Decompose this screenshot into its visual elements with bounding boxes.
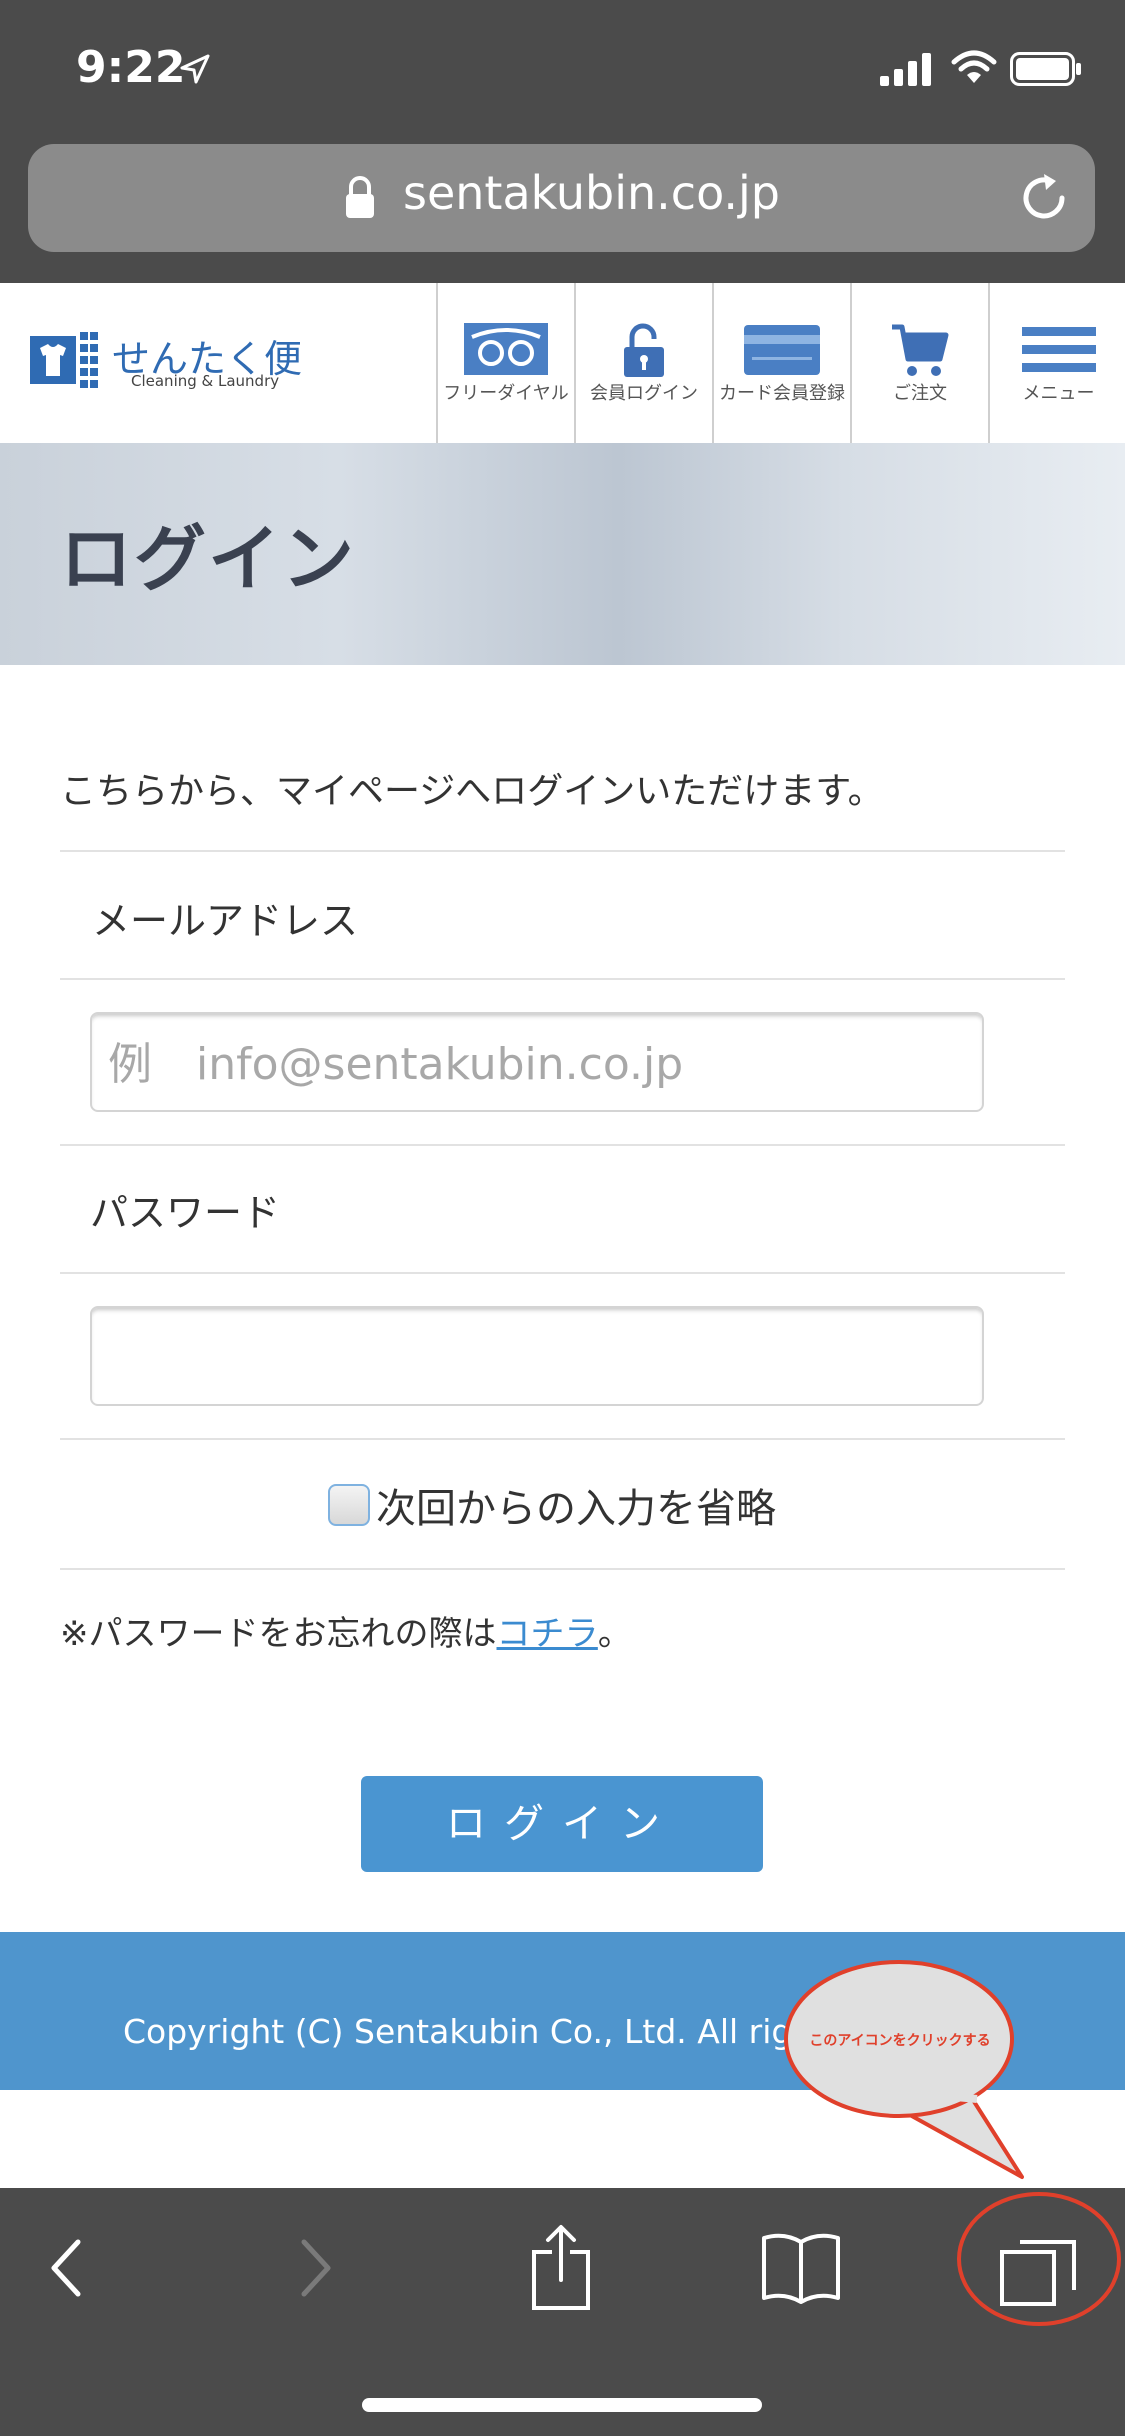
status-time: 9:22 bbox=[76, 42, 186, 93]
callout-text: このアイコンをクリックする bbox=[809, 2033, 991, 2049]
copyright-text: Copyright (C) Sentakubin Co., Ltd. All r… bbox=[123, 2012, 793, 2051]
back-icon[interactable] bbox=[46, 2236, 86, 2300]
nav-label: メニュー bbox=[1022, 383, 1095, 404]
cart-icon bbox=[892, 324, 949, 376]
page-title: ログイン bbox=[60, 517, 357, 601]
nav-freedial-button[interactable]: フリーダイヤル bbox=[436, 283, 574, 443]
forgot-suffix: 。 bbox=[597, 1614, 632, 1654]
highlight-circle bbox=[957, 2192, 1121, 2326]
forgot-password-link[interactable]: コチラ bbox=[497, 1614, 598, 1654]
remember-checkbox[interactable] bbox=[328, 1484, 370, 1526]
logo-subtitle: Cleaning & Laundry bbox=[131, 372, 280, 390]
login-button[interactable]: ログイン bbox=[361, 1776, 763, 1872]
logo-icon[interactable] bbox=[30, 332, 100, 388]
divider bbox=[60, 1144, 1065, 1146]
intro-text: こちらから、マイページへログインいただけます。 bbox=[60, 771, 884, 812]
card-icon bbox=[744, 325, 820, 375]
nav-label: カード会員登録 bbox=[719, 383, 845, 404]
unlock-icon bbox=[624, 323, 664, 377]
share-icon[interactable] bbox=[530, 2224, 592, 2312]
reload-icon[interactable] bbox=[1018, 172, 1070, 224]
location-arrow-icon bbox=[180, 54, 210, 84]
remember-label[interactable]: 次回からの入力を省略 bbox=[376, 1476, 776, 1534]
divider bbox=[60, 1272, 1065, 1274]
divider bbox=[60, 978, 1065, 980]
nav-order-button[interactable]: ご注文 bbox=[850, 283, 988, 443]
nav-label: ご注文 bbox=[893, 383, 947, 404]
home-indicator bbox=[362, 2398, 762, 2412]
nav-member-login-button[interactable]: 会員ログイン bbox=[574, 283, 712, 443]
password-label: パスワード bbox=[90, 1191, 281, 1235]
divider bbox=[60, 1568, 1065, 1570]
divider bbox=[60, 850, 1065, 852]
wifi-icon bbox=[951, 50, 997, 83]
menu-icon bbox=[1021, 327, 1096, 372]
freedial-icon bbox=[464, 323, 548, 375]
nav-label: フリーダイヤル bbox=[443, 383, 569, 404]
divider bbox=[60, 1438, 1065, 1440]
forward-icon bbox=[301, 2239, 331, 2297]
forgot-password-text: ※パスワードをお忘れの際はコチラ。 bbox=[60, 1606, 632, 1655]
nav-card-register-button[interactable]: カード会員登録 bbox=[712, 283, 850, 443]
nav-menu-button[interactable]: メニュー bbox=[988, 283, 1125, 443]
email-field[interactable]: 例 info@sentakubin.co.jp bbox=[90, 1012, 984, 1112]
nav-label: 会員ログイン bbox=[590, 383, 698, 404]
email-label: メールアドレス bbox=[92, 899, 359, 943]
lock-icon bbox=[346, 176, 374, 218]
url-text[interactable]: sentakubin.co.jp bbox=[403, 166, 780, 220]
password-field[interactable] bbox=[90, 1306, 984, 1406]
forgot-prefix: ※パスワードをお忘れの際は bbox=[60, 1614, 497, 1654]
bookmarks-icon[interactable] bbox=[760, 2232, 842, 2304]
cellular-signal-icon bbox=[880, 53, 931, 86]
battery-icon bbox=[1010, 52, 1081, 86]
